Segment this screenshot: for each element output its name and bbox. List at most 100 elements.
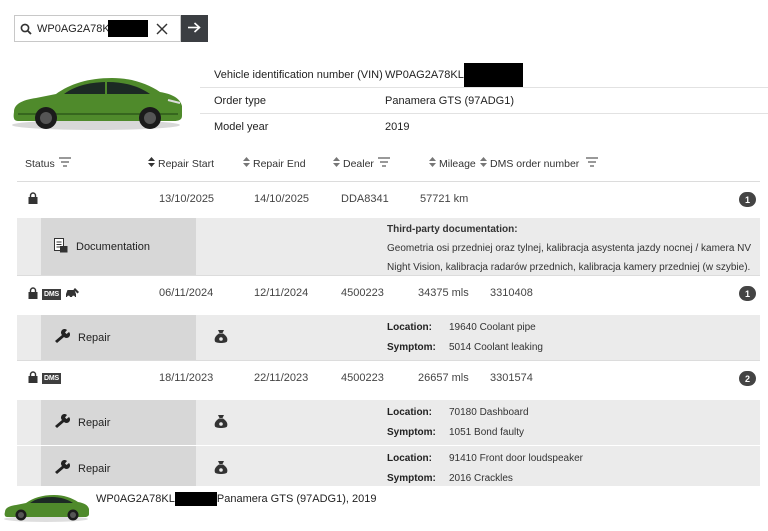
footer-model: Panamera GTS (97ADG1), 2019 — [216, 493, 377, 505]
column-dms-order[interactable]: DMS order number — [480, 157, 599, 170]
column-repair-start[interactable]: Repair Start — [148, 157, 214, 170]
close-icon[interactable] — [151, 16, 173, 41]
repair-end: 12/11/2024 — [254, 287, 309, 299]
car-repair-icon — [65, 286, 80, 302]
filter-icon[interactable] — [377, 157, 391, 170]
dealer: 4500223 — [341, 372, 384, 384]
vehicle-image — [8, 70, 186, 132]
vin-label: Vehicle identification number (VIN) — [214, 68, 383, 81]
redacted-block — [174, 492, 217, 506]
lock-icon — [28, 371, 38, 386]
detail-kind: Repair — [41, 446, 196, 491]
table-header: Status Repair Start Repair End Dealer Mi… — [17, 154, 760, 174]
dms-order-number: 3310408 — [490, 287, 533, 299]
table-row[interactable]: DMS 18/11/2023 22/11/2023 4500223 26657 … — [17, 360, 760, 399]
footer-vehicle-summary: WP0AG2A78KL Panamera GTS (97ADG1), 2019 — [96, 492, 376, 506]
arrow-right-icon — [188, 21, 201, 36]
location-value: 91410 Front door loudspeaker — [449, 453, 583, 464]
column-mileage-label: Mileage — [439, 157, 476, 170]
column-repair-end[interactable]: Repair End — [243, 157, 306, 170]
detail-kind: Documentation — [41, 218, 196, 275]
symptom-value: 1051 Bond faulty — [449, 427, 525, 438]
sort-icon — [243, 157, 250, 170]
filter-icon[interactable] — [585, 157, 599, 170]
symptom-value: 5014 Coolant leaking — [449, 342, 543, 353]
detail-row[interactable]: Repair Location: 70180 Dashboard Symptom:… — [17, 399, 760, 445]
location-value: 19640 Coolant pipe — [449, 322, 536, 333]
money-bag-icon[interactable] — [214, 329, 228, 347]
money-bag-icon[interactable] — [214, 414, 228, 432]
table-row[interactable]: 13/10/2025 14/10/2025 DDA8341 57721 km 1 — [17, 181, 760, 217]
symptom-line: Symptom: 5014 Coolant leaking — [387, 338, 760, 358]
count-badge: 2 — [739, 371, 756, 386]
detail-row[interactable]: Repair Location: 91410 Front door loudspe… — [17, 445, 760, 491]
location-value: 70180 Dashboard — [449, 407, 529, 418]
repair-start: 13/10/2025 — [159, 193, 215, 205]
location-line: Location: 91410 Front door loudspeaker — [387, 449, 760, 469]
search-box[interactable] — [14, 15, 181, 42]
location-line: Location: 70180 Dashboard — [387, 403, 760, 423]
vehicle-footer-bar: WP0AG2A78KL Panamera GTS (97ADG1), 2019 — [0, 486, 768, 531]
detail-row[interactable]: Repair Location: 19640 Coolant pipe Sympt… — [17, 314, 760, 360]
search-input[interactable] — [37, 22, 108, 35]
location-line: Location: 19640 Coolant pipe — [387, 318, 760, 338]
model-year-label: Model year — [214, 121, 269, 133]
detail-content: Location: 19640 Coolant pipe Symptom: 5014… — [387, 315, 760, 360]
detail-content: Third-party documentation: Geometria osi… — [387, 218, 760, 275]
wrench-icon — [54, 413, 71, 431]
vin-row: Vehicle identification number (VIN) WP0A… — [200, 62, 768, 88]
mileage: 34375 mls — [418, 287, 469, 299]
dealer: 4500223 — [341, 287, 384, 299]
sort-icon — [333, 157, 340, 170]
dms-badge: DMS — [42, 373, 61, 384]
detail-kind-label: Documentation — [76, 240, 150, 253]
dealer: DDA8341 — [341, 193, 389, 205]
detail-kind-label: Repair — [78, 416, 111, 429]
detail-content: Location: 91410 Front door loudspeaker Sy… — [387, 446, 760, 491]
column-dealer-label: Dealer — [343, 157, 374, 170]
detail-cost — [196, 315, 371, 360]
column-mileage[interactable]: Mileage — [429, 157, 476, 170]
count-badge: 1 — [739, 192, 756, 207]
repair-end: 22/11/2023 — [254, 372, 309, 384]
detail-kind-label: Repair — [78, 462, 111, 475]
column-status[interactable]: Status — [25, 157, 72, 170]
lock-icon — [28, 286, 38, 302]
detail-kind: Repair — [41, 400, 196, 445]
mileage: 57721 km — [420, 193, 469, 205]
status-icons: DMS — [28, 286, 80, 302]
detail-kind: Repair — [41, 315, 196, 360]
order-type-value: Panamera GTS (97ADG1) — [385, 94, 514, 107]
dms-badge: DMS — [42, 288, 61, 300]
column-repair-end-label: Repair End — [253, 157, 306, 170]
column-repair-start-label: Repair Start — [158, 157, 215, 170]
column-dealer[interactable]: Dealer — [333, 157, 391, 170]
detail-content: Location: 70180 Dashboard Symptom: 1051 Bo… — [387, 400, 760, 445]
location-label: Location: — [387, 322, 432, 333]
vin-value: WP0AG2A78KL — [385, 62, 523, 87]
detail-cost — [196, 400, 371, 445]
filter-icon[interactable] — [58, 157, 72, 170]
document-icon — [54, 237, 68, 256]
sort-icon — [148, 157, 155, 170]
column-dms-order-label: DMS order number — [490, 157, 580, 170]
wrench-icon — [54, 459, 71, 477]
location-label: Location: — [387, 407, 432, 418]
mileage: 26657 mls — [418, 372, 469, 384]
search-submit-button[interactable] — [181, 15, 208, 42]
table-row[interactable]: DMS 06/11/2024 12/11/2024 4500223 34375 … — [17, 275, 760, 314]
vehicle-info: Vehicle identification number (VIN) WP0A… — [200, 62, 768, 140]
search-icon — [15, 16, 37, 41]
location-label: Location: — [387, 453, 432, 464]
model-year-row: Model year 2019 — [200, 114, 768, 140]
sort-icon — [429, 157, 436, 170]
money-bag-icon[interactable] — [214, 460, 228, 478]
lock-icon — [28, 192, 38, 207]
symptom-label: Symptom: — [387, 427, 436, 438]
detail-row[interactable]: Documentation Third-party documentation:… — [17, 217, 760, 275]
status-icons: DMS — [28, 371, 61, 386]
order-type-row: Order type Panamera GTS (97ADG1) — [200, 88, 768, 114]
detail-kind-label: Repair — [78, 331, 111, 344]
repair-start: 06/11/2024 — [159, 287, 214, 299]
redacted-block — [463, 62, 523, 87]
